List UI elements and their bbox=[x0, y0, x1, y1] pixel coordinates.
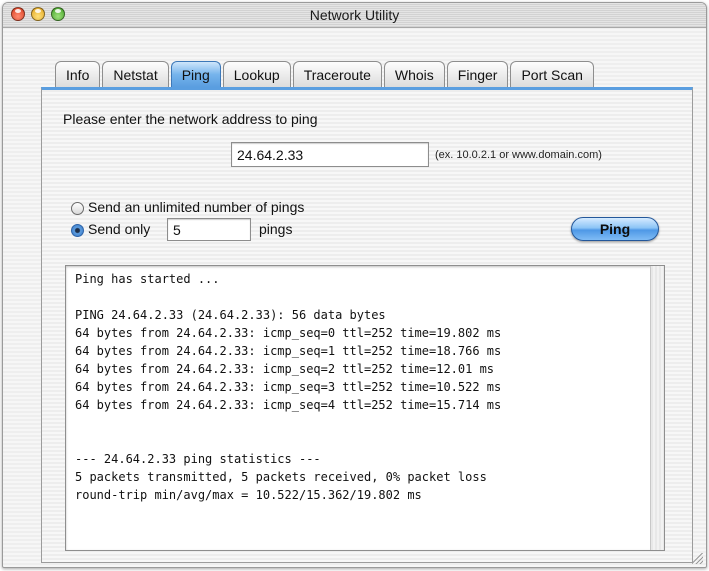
output-line: 64 bytes from 24.64.2.33: icmp_seq=1 ttl… bbox=[75, 344, 502, 358]
address-prompt: Please enter the network address to ping bbox=[63, 111, 318, 127]
ping-button[interactable]: Ping bbox=[571, 217, 659, 241]
pings-label: pings bbox=[259, 221, 293, 237]
unlimited-pings-radio[interactable] bbox=[71, 202, 84, 215]
output-line: 64 bytes from 24.64.2.33: icmp_seq=2 ttl… bbox=[75, 362, 495, 376]
output-line: round-trip min/avg/max = 10.522/15.362/1… bbox=[75, 488, 422, 502]
tab-info[interactable]: Info bbox=[55, 61, 101, 87]
tab-netstat[interactable]: Netstat bbox=[102, 61, 169, 87]
output-scrollbar[interactable] bbox=[650, 266, 664, 550]
tab-ping[interactable]: Ping bbox=[170, 61, 221, 87]
output-text: Ping has started ... PING 24.64.2.33 (24… bbox=[75, 270, 501, 504]
output-line: 64 bytes from 24.64.2.33: icmp_seq=4 ttl… bbox=[75, 398, 502, 412]
address-input[interactable] bbox=[231, 142, 429, 167]
network-utility-window: Network Utility Info Netstat Ping Lookup… bbox=[2, 2, 707, 568]
output-line: PING 24.64.2.33 (24.64.2.33): 56 data by… bbox=[75, 308, 386, 322]
tab-lookup[interactable]: Lookup bbox=[222, 61, 291, 87]
tab-whois[interactable]: Whois bbox=[383, 61, 445, 87]
send-only-radio[interactable] bbox=[71, 224, 84, 237]
tab-traceroute[interactable]: Traceroute bbox=[292, 61, 382, 87]
title-bar[interactable]: Network Utility bbox=[3, 3, 706, 28]
output-line: 64 bytes from 24.64.2.33: icmp_seq=0 ttl… bbox=[75, 326, 502, 340]
tab-finger[interactable]: Finger bbox=[446, 61, 509, 87]
output-line: --- 24.64.2.33 ping statistics --- bbox=[75, 452, 321, 466]
unlimited-pings-label[interactable]: Send an unlimited number of pings bbox=[88, 199, 304, 215]
tab-port-scan[interactable]: Port Scan bbox=[510, 61, 594, 87]
output-line: Ping has started ... bbox=[75, 272, 220, 286]
output-line: 5 packets transmitted, 5 packets receive… bbox=[75, 470, 487, 484]
tab-bar: Info Netstat Ping Lookup Traceroute Whoi… bbox=[55, 61, 596, 87]
resize-grip[interactable] bbox=[692, 553, 703, 564]
window-title: Network Utility bbox=[309, 7, 400, 23]
ping-count-input[interactable] bbox=[167, 218, 251, 241]
ping-output[interactable]: Ping has started ... PING 24.64.2.33 (24… bbox=[65, 265, 665, 551]
address-hint: (ex. 10.0.2.1 or www.domain.com) bbox=[435, 149, 602, 161]
send-only-label[interactable]: Send only bbox=[88, 221, 150, 237]
output-line: 64 bytes from 24.64.2.33: icmp_seq=3 ttl… bbox=[75, 380, 502, 394]
